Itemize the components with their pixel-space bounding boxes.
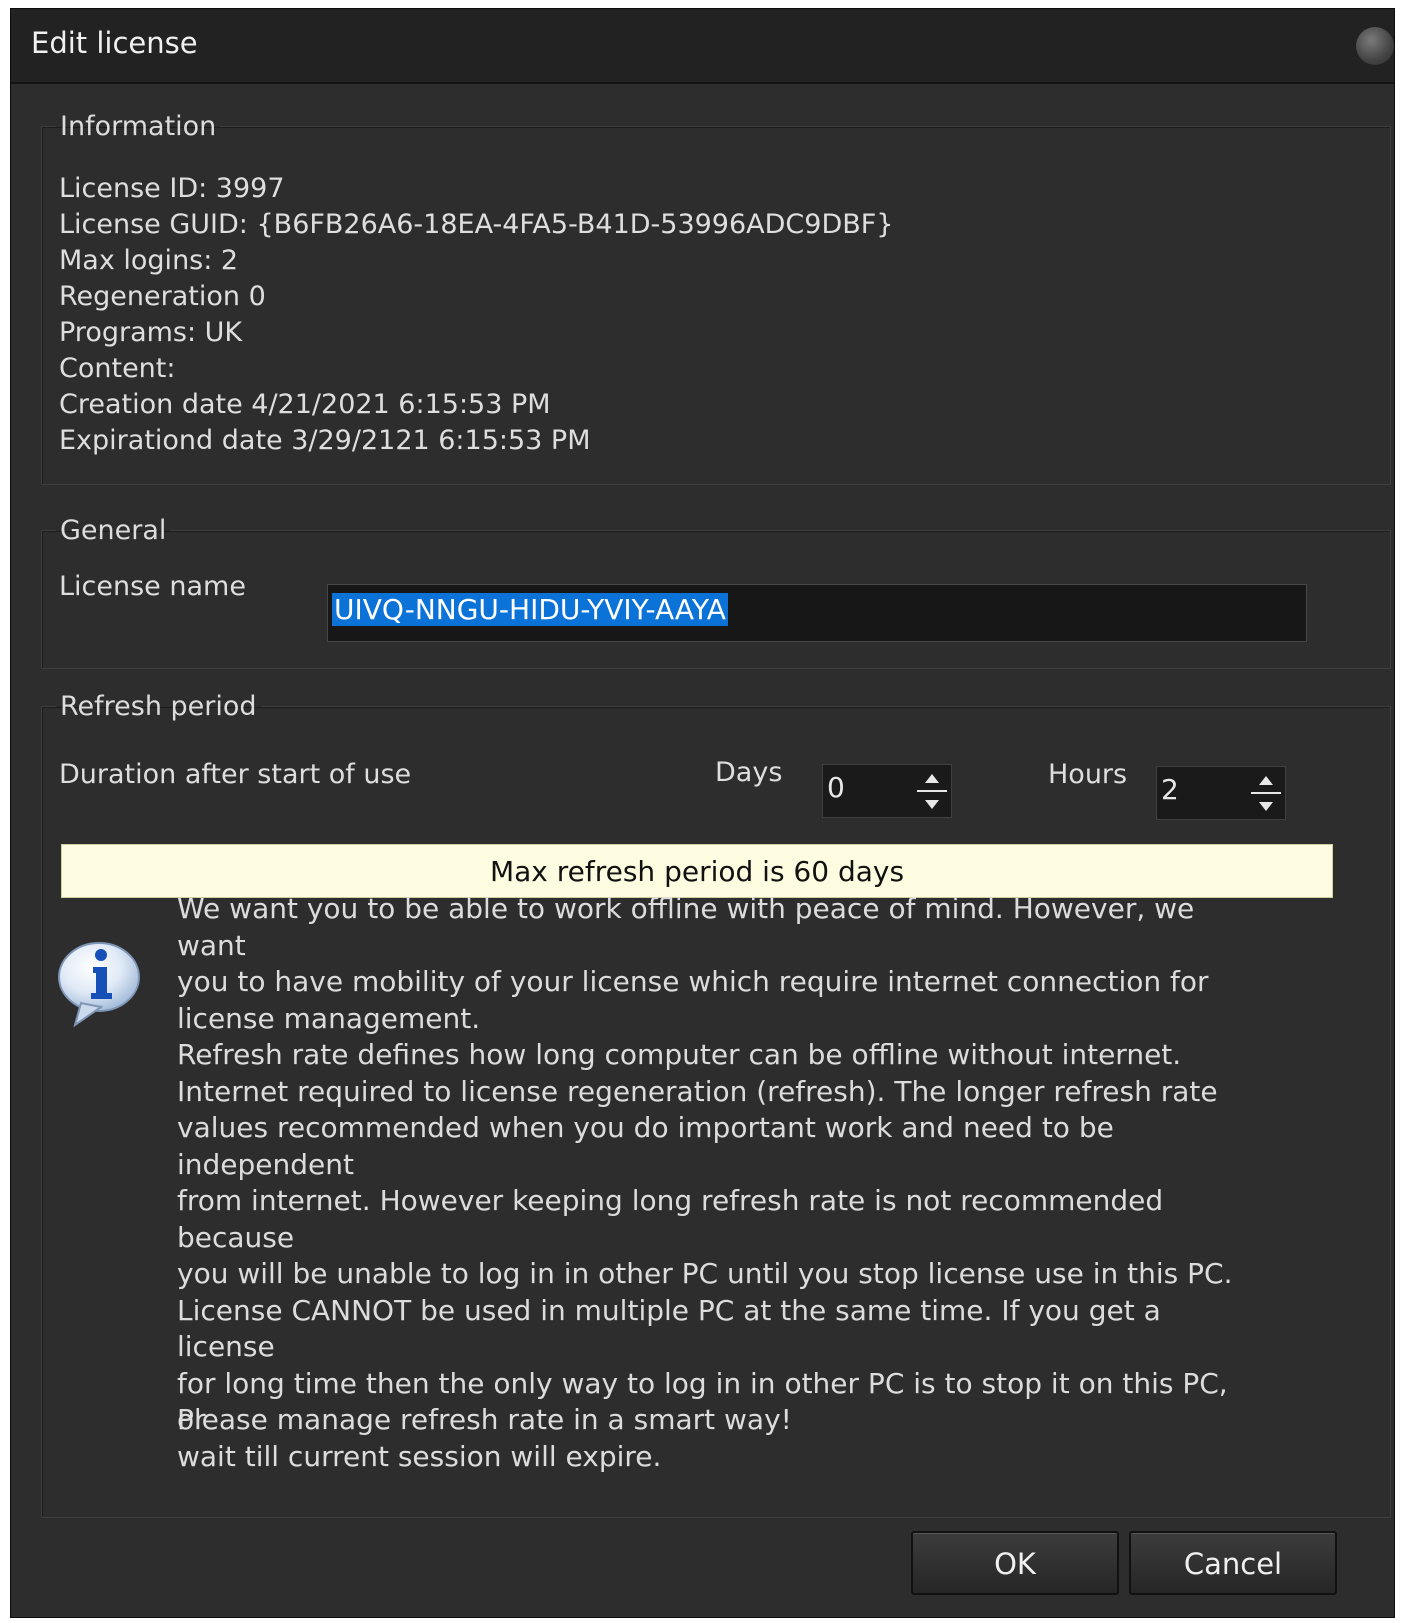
cancel-button[interactable]: Cancel [1129, 1531, 1337, 1595]
days-spin-arrows[interactable] [917, 770, 947, 812]
title-bar[interactable]: Edit license [11, 9, 1394, 84]
license-name-input[interactable]: UIVQ-NNGU-HIDU-YVIY-AAYA [327, 584, 1307, 642]
hours-value: 2 [1161, 773, 1179, 806]
hours-label: Hours [1048, 759, 1128, 790]
spin-down-icon[interactable] [1259, 802, 1273, 811]
license-name-label: License name [59, 571, 246, 602]
info-icon [58, 942, 140, 1028]
close-orb-icon[interactable] [1356, 27, 1394, 65]
license-name-value: UIVQ-NNGU-HIDU-YVIY-AAYA [332, 593, 728, 626]
ok-button[interactable]: OK [911, 1531, 1119, 1595]
info-max-logins: Max logins: 2 [59, 245, 239, 276]
info-paragraph-3: Please manage refresh rate in a smart wa… [177, 1403, 792, 1436]
spin-down-icon[interactable] [925, 800, 939, 809]
info-content: Content: [59, 353, 176, 384]
info-paragraph-1: We want you to be able to work offline w… [177, 892, 1209, 1035]
info-creation-date: Creation date 4/21/2021 6:15:53 PM [59, 389, 551, 420]
max-refresh-notice: Max refresh period is 60 days [61, 844, 1333, 898]
window-title: Edit license [31, 26, 198, 60]
information-legend: Information [60, 111, 217, 142]
spin-separator [917, 790, 947, 792]
duration-label: Duration after start of use [59, 759, 412, 790]
spin-up-icon[interactable] [1259, 776, 1273, 785]
info-regeneration: Regeneration 0 [59, 281, 266, 312]
general-legend: General [60, 515, 167, 546]
days-value: 0 [827, 771, 845, 804]
edit-license-dialog: Edit license Information License ID: 399… [10, 8, 1395, 1618]
info-programs: Programs: UK [59, 317, 243, 348]
spin-separator [1251, 792, 1281, 794]
info-expiration-date: Expirationd date 3/29/2121 6:15:53 PM [59, 425, 591, 456]
spin-up-icon[interactable] [925, 774, 939, 783]
hours-spin-arrows[interactable] [1251, 772, 1281, 814]
info-license-guid: License GUID: {B6FB26A6-18EA-4FA5-B41D-5… [59, 209, 894, 240]
refresh-period-legend: Refresh period [60, 691, 257, 722]
days-spinbox[interactable]: 0 [822, 764, 952, 818]
info-license-id: License ID: 3997 [59, 173, 285, 204]
days-label: Days [715, 757, 783, 788]
hours-spinbox[interactable]: 2 [1156, 766, 1286, 820]
